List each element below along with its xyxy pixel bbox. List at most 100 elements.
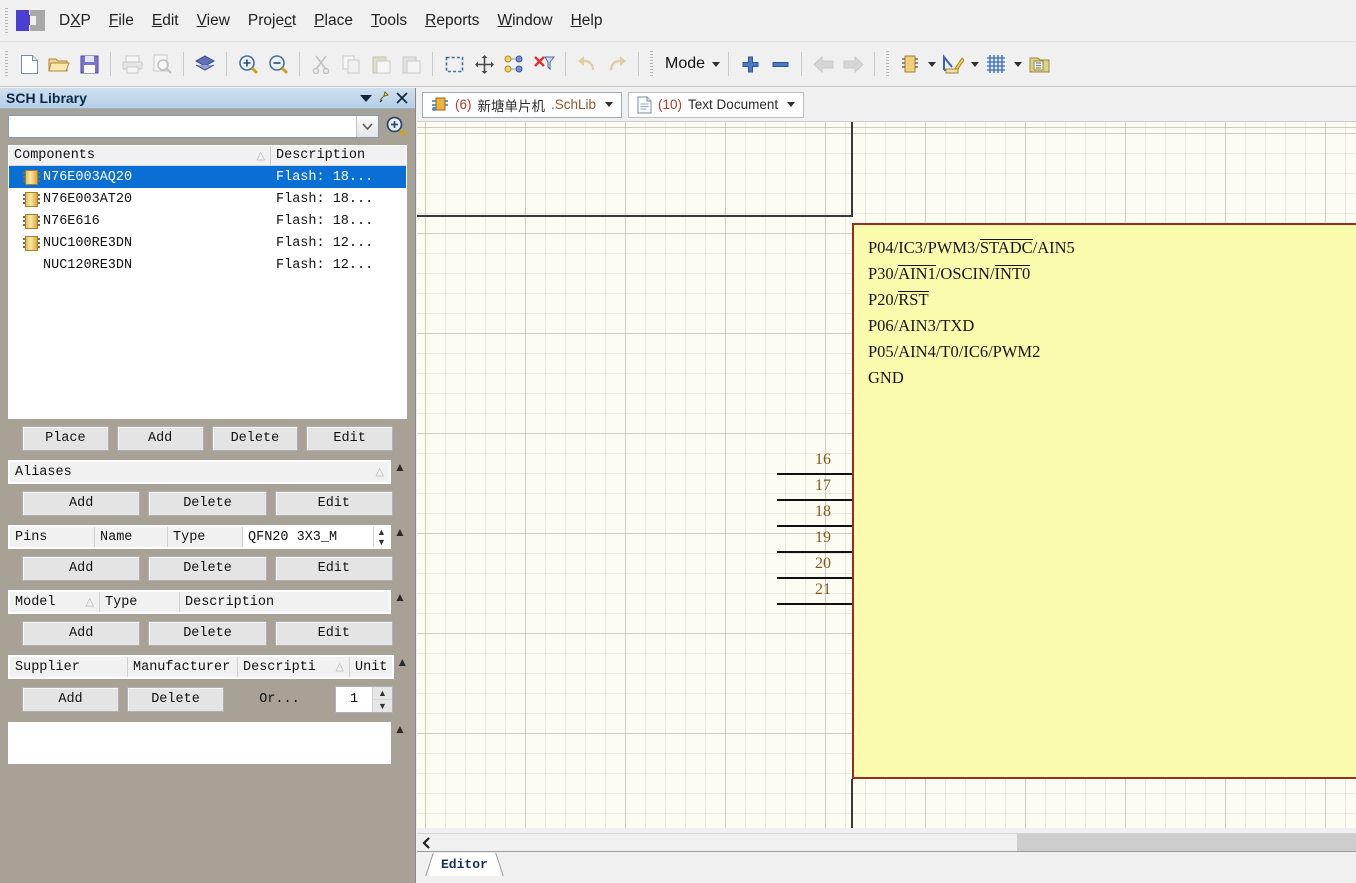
delete-component-button[interactable]: Delete <box>211 426 299 451</box>
component-symbol-body[interactable]: P04/IC3/PWM3/STADC/AIN5 P30/AIN1/OSCIN/I… <box>852 223 1356 779</box>
redo-icon[interactable] <box>603 50 631 78</box>
pins-scroll-up-icon[interactable]: ▲ <box>393 525 407 549</box>
column-header-description[interactable]: Description <box>271 146 406 165</box>
column-header-unit[interactable]: Unit <box>350 657 393 677</box>
library-icon[interactable] <box>1025 50 1053 78</box>
schematic-canvas[interactable]: 15 14 13 12 11 1 2 3 4 5 16 17 18 <box>417 122 1356 828</box>
edit-model-button[interactable]: Edit <box>274 621 393 646</box>
cut-icon[interactable] <box>307 50 335 78</box>
pin-icon[interactable] <box>375 89 393 107</box>
column-header-supplier[interactable]: Supplier <box>10 657 128 677</box>
print-icon[interactable] <box>118 50 146 78</box>
order-spinner-down-icon[interactable]: ▼ <box>373 700 392 712</box>
undo-icon[interactable] <box>573 50 601 78</box>
chevron-down-icon[interactable] <box>605 102 614 107</box>
list-item[interactable]: N76E003AQ20 Flash: 18... <box>9 166 406 188</box>
tab-editor[interactable]: Editor <box>429 853 500 876</box>
save-icon[interactable] <box>75 50 103 78</box>
search-magnifier-button[interactable] <box>383 114 409 138</box>
close-icon[interactable] <box>393 89 411 107</box>
menu-project[interactable]: Project <box>239 9 305 33</box>
add-supplier-button[interactable]: Add <box>22 687 119 712</box>
components-list[interactable]: N76E003AQ20 Flash: 18... N76E003AT20 Fla… <box>9 166 406 418</box>
edit-component-button[interactable]: Edit <box>306 426 393 451</box>
copy-icon[interactable] <box>337 50 365 78</box>
supplier-detail-area[interactable] <box>8 722 391 764</box>
forward-icon[interactable] <box>839 50 867 78</box>
spinner-down-icon[interactable]: ▼ <box>374 537 389 547</box>
delete-supplier-button[interactable]: Delete <box>127 687 224 712</box>
column-header-model-description[interactable]: Description <box>180 592 389 612</box>
column-header-supplier-description[interactable]: Descripti △ <box>238 657 350 677</box>
zoom-out-icon[interactable] <box>264 50 292 78</box>
add-alias-button[interactable]: Add <box>22 491 141 516</box>
column-header-model[interactable]: Model △ <box>10 592 100 612</box>
chevron-down-icon[interactable] <box>787 102 796 107</box>
grid-icon[interactable] <box>982 50 1010 78</box>
menu-tools[interactable]: Tools <box>362 9 416 33</box>
align-icon[interactable] <box>500 50 528 78</box>
menu-reports[interactable]: Reports <box>416 9 488 33</box>
aliases-scroll-up-icon[interactable]: ▲ <box>393 460 407 484</box>
menu-place[interactable]: Place <box>305 9 362 33</box>
column-header-footprint[interactable]: QFN20 3X3_M <box>243 527 373 547</box>
open-folder-icon[interactable] <box>45 50 73 78</box>
toolbar-grip[interactable] <box>2 51 12 77</box>
mode-dropdown-caret-icon[interactable] <box>709 50 722 78</box>
component-dropdown-caret-icon[interactable] <box>925 50 938 78</box>
grid-dropdown-caret-icon[interactable] <box>1011 50 1024 78</box>
horizontal-scrollbar[interactable] <box>417 833 1356 851</box>
list-item[interactable]: NUC120RE3DN Flash: 12... <box>9 254 406 276</box>
column-header-aliases[interactable]: Aliases △ <box>10 462 389 482</box>
menu-dxp[interactable]: DXP <box>50 9 100 33</box>
board-insight-icon[interactable] <box>191 50 219 78</box>
column-header-pin-type[interactable]: Type <box>168 527 243 547</box>
column-header-model-type[interactable]: Type <box>100 592 180 612</box>
add-component-button[interactable]: Add <box>116 426 204 451</box>
list-item[interactable]: N76E616 Flash: 18... <box>9 210 406 232</box>
menu-view[interactable]: View <box>188 9 239 33</box>
supplier-detail-scroll-up-icon[interactable]: ▲ <box>393 722 407 764</box>
menubar-grip[interactable] <box>2 7 12 34</box>
menu-file[interactable]: File <box>100 9 143 33</box>
supplier-scroll-up-icon[interactable]: ▲ <box>396 655 408 679</box>
back-icon[interactable] <box>809 50 837 78</box>
paste-icon[interactable] <box>367 50 395 78</box>
delete-model-button[interactable]: Delete <box>148 621 267 646</box>
list-item[interactable]: N76E003AT20 Flash: 18... <box>9 188 406 210</box>
delete-pin-button[interactable]: Delete <box>148 556 267 581</box>
zoom-in-icon[interactable] <box>234 50 262 78</box>
menu-help[interactable]: Help <box>562 9 612 33</box>
add-pin-button[interactable]: Add <box>22 556 141 581</box>
print-preview-icon[interactable] <box>148 50 176 78</box>
tab-text-document[interactable]: (10) Text Document <box>628 91 805 118</box>
clear-filter-icon[interactable] <box>530 50 558 78</box>
component-icon[interactable] <box>896 50 924 78</box>
chevron-down-icon[interactable] <box>356 115 378 137</box>
order-label[interactable]: Or... <box>232 692 327 707</box>
add-icon[interactable] <box>736 50 764 78</box>
menu-window[interactable]: Window <box>488 9 561 33</box>
chevron-left-icon[interactable] <box>417 836 435 849</box>
list-item[interactable]: NUC100RE3DN Flash: 12... <box>9 232 406 254</box>
search-combobox[interactable] <box>8 114 379 138</box>
column-header-pin-name[interactable]: Name <box>95 527 168 547</box>
search-input[interactable] <box>9 115 356 137</box>
remove-icon[interactable] <box>766 50 794 78</box>
tab-schlib-document[interactable]: (6) 新塘单片机 .SchLib <box>422 91 623 118</box>
place-grip[interactable] <box>883 51 894 77</box>
delete-alias-button[interactable]: Delete <box>148 491 267 516</box>
spinner-up-icon[interactable]: ▲ <box>374 527 389 537</box>
add-model-button[interactable]: Add <box>22 621 141 646</box>
move-icon[interactable] <box>470 50 498 78</box>
order-quantity-value[interactable]: 1 <box>336 687 372 712</box>
chevron-down-icon[interactable] <box>357 89 375 107</box>
menu-edit[interactable]: Edit <box>143 9 188 33</box>
select-area-icon[interactable] <box>440 50 468 78</box>
drawing-tools-dropdown-caret-icon[interactable] <box>968 50 981 78</box>
mode-label[interactable]: Mode <box>659 55 709 73</box>
place-button[interactable]: Place <box>22 426 109 451</box>
column-header-manufacturer[interactable]: Manufacturer <box>128 657 238 677</box>
edit-alias-button[interactable]: Edit <box>274 491 393 516</box>
pins-spinner[interactable]: ▲ ▼ <box>373 527 389 547</box>
